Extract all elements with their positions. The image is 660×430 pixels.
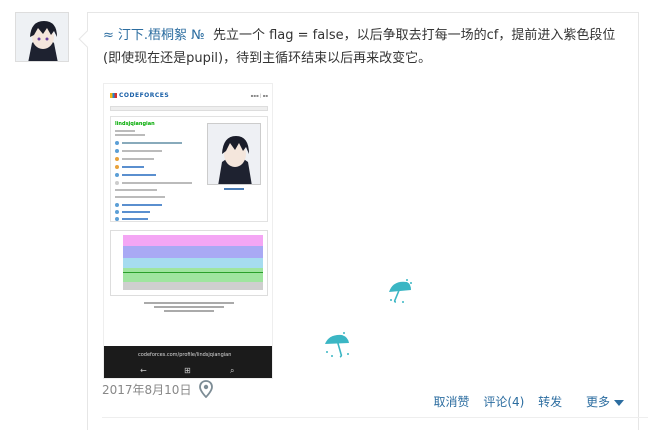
- avatar-image: [16, 13, 68, 61]
- screenshot-top-links: ▪▪▪ | ▪▪: [250, 93, 268, 98]
- post-arrow: [78, 30, 96, 48]
- more-button[interactable]: 更多: [576, 395, 624, 409]
- comment-button[interactable]: 评论(4): [483, 395, 524, 409]
- screenshot-url: codeforces.com/profile/lindsjqiangian: [138, 352, 232, 358]
- screenshot-rating-chart: [110, 230, 268, 296]
- post-content: ≈ 汀下.梧桐絮 № 先立一个 flag = false，以后争取去打每一场的cf…: [103, 24, 628, 70]
- post-image[interactable]: CODEFORCES ▪▪▪ | ▪▪ lindsjqiangian codef…: [103, 83, 273, 379]
- post-actions: 取消赞 评论(4) 转发 更多: [423, 393, 624, 410]
- screenshot-browser-bar: codeforces.com/profile/lindsjqiangian ← …: [104, 346, 272, 378]
- footer-divider: [102, 417, 648, 418]
- location-pin-icon[interactable]: [198, 380, 214, 398]
- screenshot-page: CODEFORCES ▪▪▪ | ▪▪ lindsjqiangian: [104, 84, 272, 314]
- wave-icon: ≈: [103, 28, 114, 43]
- post-date[interactable]: 2017年8月10日: [102, 381, 191, 398]
- repost-button[interactable]: 转发: [538, 395, 562, 409]
- caret-down-icon: [614, 399, 624, 406]
- screenshot-menu: [110, 106, 268, 111]
- screenshot-profile-card: lindsjqiangian: [110, 116, 268, 222]
- screenshot-handle: lindsjqiangian: [115, 121, 155, 127]
- screenshot-profile-photo: [207, 123, 261, 185]
- post-card: ≈ 汀下.梧桐絮 № 先立一个 flag = false，以后争取去打每一场的cf…: [78, 12, 639, 430]
- author-name: 汀下.梧桐絮 №: [117, 28, 205, 43]
- codeforces-logo: CODEFORCES: [110, 92, 169, 99]
- screenshot-nav-bar: ← ⊞ ⌕: [140, 366, 235, 375]
- umbrella-icon: [389, 279, 412, 303]
- umbrella-icon: [325, 332, 349, 358]
- cancel-like-button[interactable]: 取消赞: [433, 395, 469, 409]
- author-link[interactable]: ≈ 汀下.梧桐絮 №: [103, 28, 205, 43]
- avatar[interactable]: [15, 12, 69, 62]
